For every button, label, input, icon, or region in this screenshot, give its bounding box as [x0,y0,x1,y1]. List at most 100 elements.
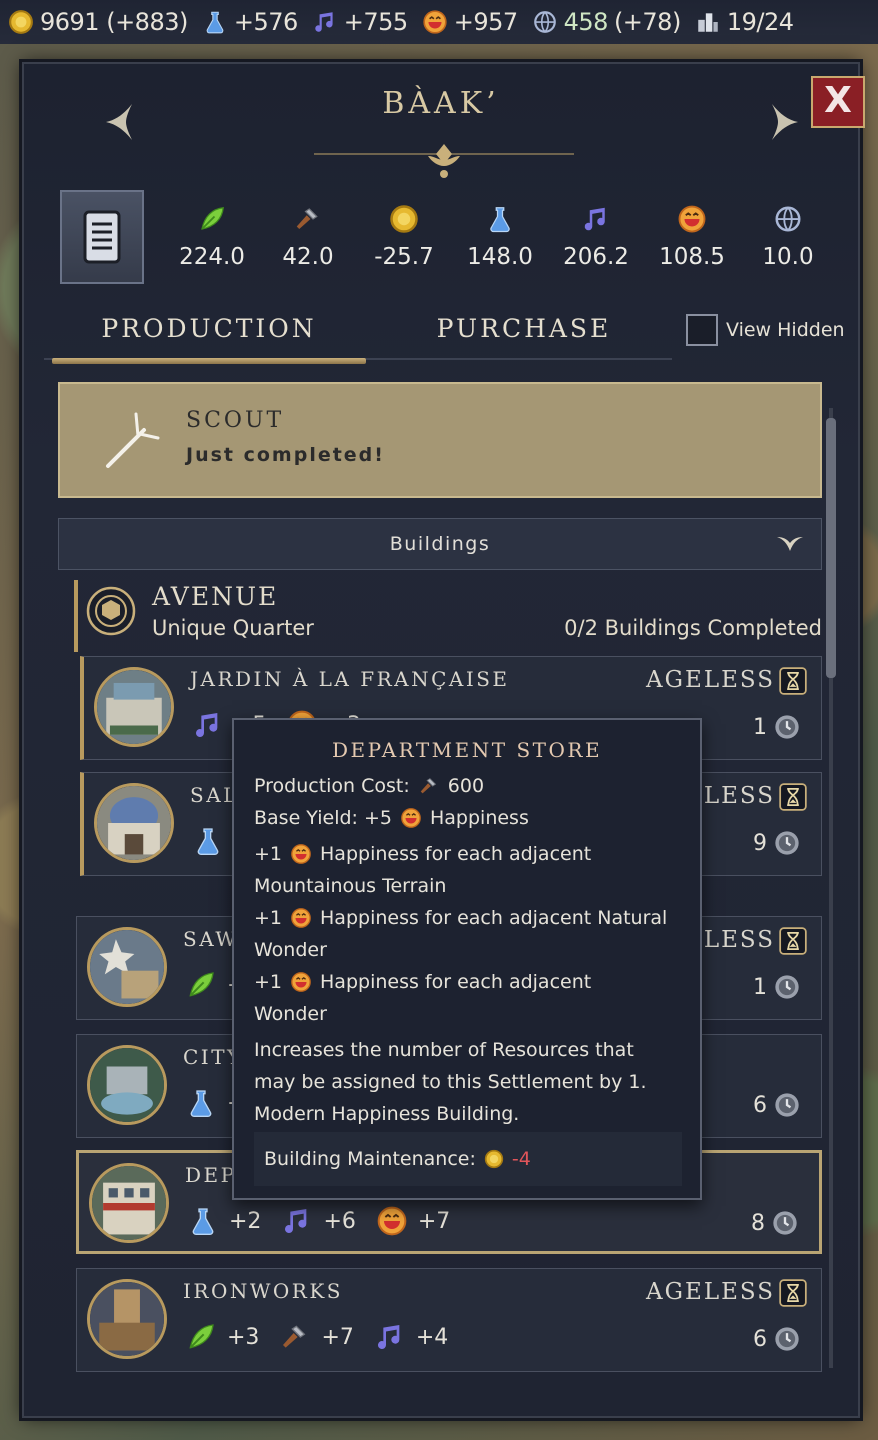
quarter-icon [86,586,136,636]
cost-value: 600 [447,775,485,797]
yield: +3 [185,1321,259,1353]
yield-gold: -25.7 [356,204,452,270]
yield-value: +6 [323,1208,356,1234]
bonus-prefix: +1 [254,907,283,929]
production-icon [279,1321,311,1353]
clock-icon [773,713,801,741]
tab-production[interactable]: PRODUCTION [52,298,366,364]
maintenance-value: -4 [511,1148,531,1170]
clock-icon [771,1209,799,1237]
gold-icon [484,1149,504,1169]
science-icon [202,9,228,35]
tooltip-description: Modern Happiness Building. [254,1103,520,1125]
influence-delta: (+78) [613,8,681,36]
view-hidden-toggle[interactable]: View Hidden [686,314,845,346]
yield-value: -25.7 [374,244,434,270]
gold-resource: 9691 (+883) [8,8,188,36]
completed-status: Just completed! [186,444,385,466]
yield-value: +7 [321,1324,354,1350]
settlements-resource: 19/24 [695,8,794,36]
clock-icon [773,829,801,857]
science-icon [485,204,515,234]
item-turns: 9 [753,831,767,856]
yield-value: +4 [415,1324,449,1350]
scrollbar-thumb[interactable] [826,418,836,678]
clock-icon [773,973,801,1001]
science-icon [187,1205,219,1237]
city-yields: 224.0 42.0 -25.7 148.0 206.2 108.5 10.0 [164,204,836,270]
hourglass-icon [779,1279,807,1307]
yield: +7 [279,1321,354,1353]
yield: +7 [376,1205,450,1237]
clock-icon [773,1325,801,1353]
gold-icon [389,204,419,234]
right-arrow-icon [772,104,798,140]
tooltip-body: Production Cost: 600 Base Yield: +5 Happ… [234,766,700,1130]
yield-value: 42.0 [282,244,334,270]
completed-banner[interactable]: SCOUT Just completed! [58,382,822,498]
yield-culture: 206.2 [548,204,644,270]
category-label: Buildings [389,533,491,555]
yield-value: 224.0 [179,244,245,270]
influence-icon [532,9,558,35]
base-yield-type: Happiness [430,807,529,829]
city-details-button[interactable] [60,190,144,284]
happiness-icon [290,843,312,865]
buildings-category[interactable]: Buildings [58,518,822,570]
item-age: AGELESS [646,1279,775,1305]
food-icon [185,969,217,1001]
tooltip-title: DEPARTMENT STORE [331,738,603,762]
culture-icon [281,1205,313,1237]
yield: +2 [187,1205,261,1237]
bonus-text: Happiness for each adjacent Natural [320,907,668,929]
influence-value: 458 [563,8,609,36]
base-yield-label: Base Yield: +5 [254,807,392,829]
bonus-text: Happiness for each adjacent [320,843,592,865]
item-turns: 8 [751,1211,765,1236]
yield-value: 10.0 [762,244,814,270]
bonus-text: Happiness for each adjacent [320,971,592,993]
item-age: AGELESS [646,667,775,693]
happiness-icon [290,907,312,929]
culture-icon [312,9,338,35]
quarter-subtitle: Unique Quarter [152,616,314,640]
production-icon [293,204,323,234]
item-name: IRONWORKS [183,1279,344,1303]
building-image [94,667,174,747]
food-icon [185,1321,217,1353]
list-item[interactable]: IRONWORKS AGELESS +3 +7 +4 6 [76,1268,822,1372]
yield-food: 224.0 [164,204,260,270]
bonus-text-cont: Wonder [254,939,327,961]
top-resource-bar: 9691 (+883) +576 +755 +957 458 (+78) 19/… [0,0,878,44]
quarter-header: AVENUE Unique Quarter 0/2 Buildings Comp… [74,580,822,652]
city-icon [695,9,721,35]
tab-bar: PRODUCTION PURCHASE [44,298,672,364]
yield-value: 148.0 [467,244,533,270]
maintenance-label: Building Maintenance: [264,1148,476,1170]
tooltip-cost-row: Production Cost: 600 [254,770,680,802]
science-icon [192,825,224,857]
building-tooltip: DEPARTMENT STORE Production Cost: 600 Ba… [232,718,702,1200]
item-yields: +3 +7 +4 [185,1321,448,1353]
item-name: SAW [183,927,239,951]
item-name: DEP [185,1163,237,1187]
next-city-arrow[interactable] [766,100,802,144]
culture-icon [374,1321,406,1353]
tooltip-bonus-row: +1 Happiness for each adjacent Natural [254,902,680,934]
bonus-text-cont: Wonder [254,1003,327,1025]
happiness-icon [677,204,707,234]
building-image [94,783,174,863]
building-image [87,1279,167,1359]
view-hidden-label: View Hidden [726,319,845,341]
item-turns: 1 [753,975,767,1000]
hourglass-icon [779,927,807,955]
tooltip-bonus-row: +1 Happiness for each adjacent [254,838,680,870]
maintenance-row: Building Maintenance: -4 [254,1132,682,1186]
tab-purchase[interactable]: PURCHASE [366,298,682,360]
list-scrollbar[interactable] [824,378,838,1394]
close-button[interactable]: X [811,76,865,128]
yield-value: +3 [227,1324,260,1350]
view-hidden-checkbox[interactable] [686,314,718,346]
influence-resource: 458 (+78) [532,8,681,36]
building-image [87,1045,167,1125]
